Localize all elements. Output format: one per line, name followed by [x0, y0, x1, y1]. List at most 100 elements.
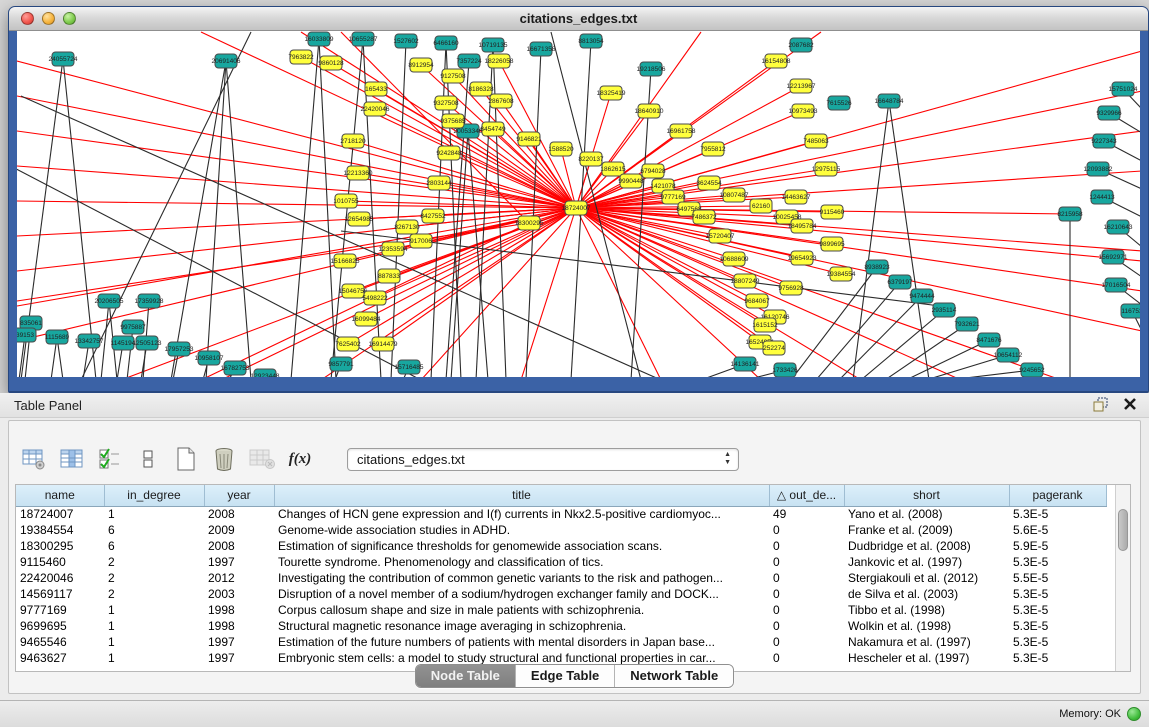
graph-edge[interactable] — [291, 39, 319, 377]
table-row[interactable]: 977716911998Corpus callosum shape and si… — [16, 602, 1106, 618]
graph-edge[interactable] — [17, 208, 576, 341]
graph-node[interactable]: 22420046 — [361, 102, 390, 116]
graph-node[interactable]: 15692971 — [1099, 250, 1128, 264]
graph-node[interactable]: 14463627 — [782, 190, 811, 204]
graph-node[interactable]: 8215958 — [1057, 207, 1083, 221]
graph-edge[interactable] — [889, 101, 929, 377]
graph-node[interactable]: 18325419 — [597, 86, 626, 100]
graph-node[interactable]: 12505123 — [133, 336, 162, 350]
graph-node[interactable]: 13342757 — [75, 334, 104, 348]
float-panel-icon[interactable] — [1093, 396, 1109, 412]
graph-node[interactable]: 19654923 — [788, 251, 817, 265]
graph-node[interactable]: 2803144 — [426, 176, 452, 190]
graph-node[interactable]: 20206505 — [95, 294, 124, 308]
memory-status-indicator[interactable] — [1127, 707, 1141, 721]
graph-node[interactable]: 16671358 — [527, 42, 556, 56]
graph-node[interactable]: 165433 — [365, 82, 387, 96]
graph-node[interactable]: 9146821 — [516, 132, 542, 146]
graph-node[interactable]: 8813054 — [578, 34, 604, 48]
citation-network-graph[interactable]: 2405572420691406160338091065528715276026… — [17, 31, 1140, 377]
graph-node[interactable]: 17016504 — [1102, 278, 1131, 292]
graph-node[interactable]: 6379197 — [887, 275, 913, 289]
graph-node[interactable]: 6466160 — [433, 36, 459, 50]
graph-node[interactable]: 1244413 — [1089, 190, 1115, 204]
scrollbar-thumb[interactable] — [1118, 509, 1128, 551]
graph-node[interactable]: 8220137 — [578, 152, 604, 166]
graph-node[interactable]: 10719135 — [479, 38, 508, 52]
graph-node[interactable]: 5498222 — [362, 291, 388, 305]
table-row[interactable]: 946554611997Estimation of the future num… — [16, 634, 1106, 650]
column-visibility-checks-icon[interactable] — [97, 446, 123, 472]
graph-node[interactable]: 6794028 — [640, 164, 666, 178]
graph-node[interactable]: 12213967 — [787, 79, 816, 93]
graph-edge[interactable] — [576, 86, 801, 208]
function-builder-icon[interactable]: f(x) — [287, 446, 313, 472]
column-header-in_degree[interactable]: in_degree — [104, 485, 204, 506]
graph-node[interactable]: 9375685 — [440, 114, 466, 128]
table-vertical-scrollbar[interactable] — [1115, 485, 1130, 671]
graph-edge[interactable] — [906, 340, 989, 377]
close-panel-icon[interactable] — [1123, 397, 1137, 411]
graph-node[interactable]: 1588520 — [548, 142, 574, 156]
graph-node[interactable]: 16648784 — [875, 94, 904, 108]
graph-node[interactable]: 16154808 — [762, 54, 791, 68]
graph-node[interactable]: 1615152 — [752, 318, 778, 332]
graph-node[interactable]: 15751024 — [1109, 82, 1138, 96]
graph-node[interactable]: 24055724 — [49, 52, 78, 66]
graph-node[interactable]: 12213360 — [344, 166, 373, 180]
graph-node[interactable]: 7932621 — [954, 317, 980, 331]
tab-node-table[interactable]: Node Table — [416, 665, 516, 687]
graph-node[interactable]: 19384554 — [827, 267, 856, 281]
window-titlebar[interactable]: citations_edges.txt — [9, 7, 1148, 31]
network-canvas[interactable]: 2405572420691406160338091065528715276026… — [17, 31, 1140, 377]
graph-node[interactable]: 17957253 — [165, 342, 194, 356]
column-header-name[interactable]: name — [16, 485, 104, 506]
graph-node-hub[interactable]: 18724007 — [562, 201, 591, 215]
show-columns-icon[interactable] — [59, 446, 85, 472]
graph-node[interactable]: 9242848 — [436, 146, 462, 160]
graph-node[interactable]: 12975115 — [812, 162, 841, 176]
graph-node[interactable]: 17359928 — [135, 294, 164, 308]
graph-node[interactable]: 20691406 — [212, 54, 241, 68]
graph-node[interactable]: 1527602 — [393, 34, 419, 48]
graph-node[interactable]: 7955812 — [700, 142, 726, 156]
table-row[interactable]: 911546021997Tourette syndrome. Phenomeno… — [16, 554, 1106, 570]
graph-node[interactable]: 18300295 — [515, 216, 544, 230]
graph-edge[interactable] — [206, 61, 226, 377]
graph-node[interactable]: 8912954 — [408, 58, 434, 72]
graph-node[interactable]: 16099484 — [352, 312, 381, 326]
graph-node[interactable]: 10958107 — [195, 351, 224, 365]
graph-node[interactable]: 1010755 — [333, 194, 359, 208]
graph-edge[interactable] — [17, 96, 576, 208]
table-row[interactable]: 1456911722003Disruption of a novel membe… — [16, 586, 1106, 602]
column-header-year[interactable]: year — [204, 485, 274, 506]
graph-edge[interactable] — [791, 267, 877, 377]
graph-edge[interactable] — [576, 208, 1061, 377]
graph-node[interactable]: 9115460 — [820, 205, 845, 219]
graph-node[interactable]: 9860128 — [318, 56, 344, 70]
graph-node[interactable]: 9756928 — [778, 281, 804, 295]
graph-node[interactable]: 8471676 — [976, 333, 1002, 347]
graph-node[interactable]: 8186328 — [468, 82, 494, 96]
graph-node[interactable]: 10688609 — [720, 252, 749, 266]
graph-node[interactable]: 16914479 — [369, 337, 398, 351]
graph-node[interactable]: 15720407 — [706, 229, 735, 243]
delete-column-trash-icon[interactable] — [211, 446, 237, 472]
graph-edge[interactable] — [17, 131, 576, 208]
graph-node[interactable]: 2935114 — [932, 303, 957, 317]
column-header-pagerank[interactable]: pagerank — [1009, 485, 1106, 506]
graph-node[interactable]: 7486372 — [691, 210, 717, 224]
table-row[interactable]: 969969511998Structural magnetic resonanc… — [16, 618, 1106, 634]
column-header-short[interactable]: short — [844, 485, 1009, 506]
column-header-out_de[interactable]: △ out_de... — [769, 485, 844, 506]
graph-node[interactable]: 9990448 — [618, 174, 644, 188]
graph-node[interactable]: 10807487 — [720, 188, 749, 202]
graph-node[interactable]: 12093882 — [1084, 162, 1113, 176]
graph-node[interactable]: 7485063 — [803, 134, 829, 148]
graph-node[interactable]: 18640910 — [635, 104, 664, 118]
graph-node[interactable]: 19218506 — [637, 62, 666, 76]
table-selector-dropdown[interactable]: citations_edges.txt ▲▼ — [347, 448, 739, 471]
graph-node[interactable]: 10655287 — [349, 32, 378, 46]
tab-edge-table[interactable]: Edge Table — [516, 665, 615, 687]
graph-node[interactable]: 8427552 — [420, 209, 446, 223]
